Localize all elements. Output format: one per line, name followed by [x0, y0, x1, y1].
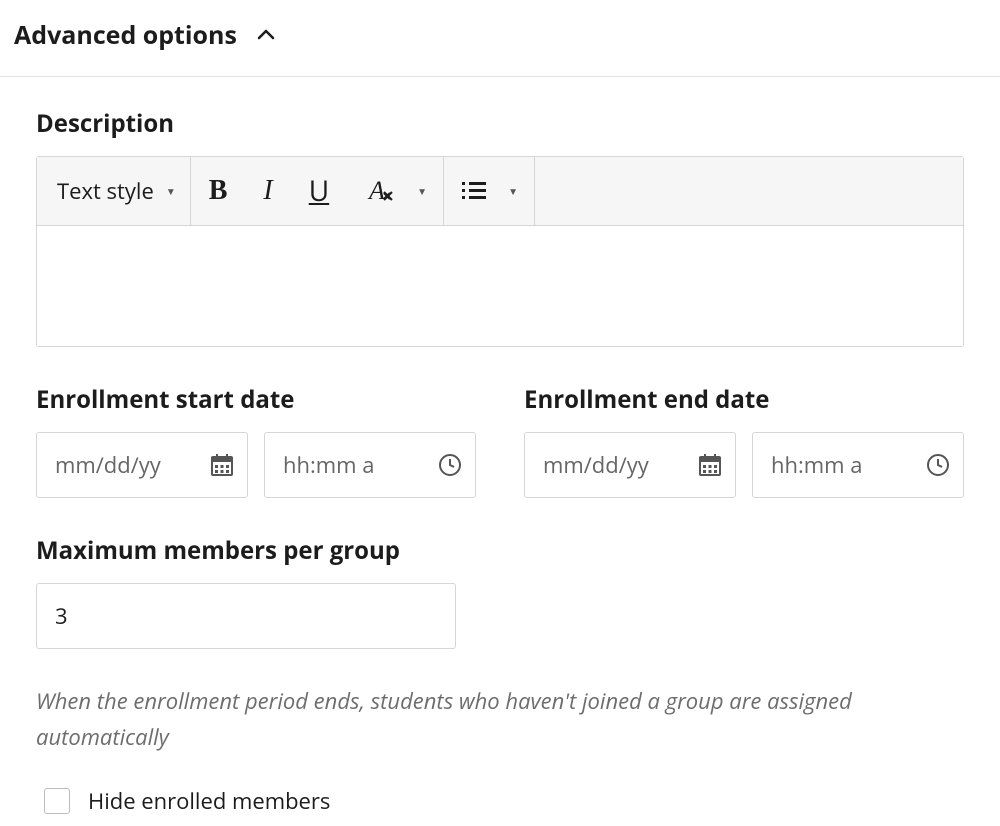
list-icon: [462, 180, 486, 202]
list-button[interactable]: [444, 157, 492, 225]
caret-down-icon: ▼: [508, 184, 518, 198]
calendar-icon: [698, 453, 722, 477]
svg-text:A: A: [367, 178, 385, 204]
enroll-start-group: Enrollment start date: [36, 383, 476, 498]
calendar-icon: [210, 453, 234, 477]
hide-members-checkbox[interactable]: [44, 788, 70, 814]
text-style-dropdown[interactable]: Text style ▼: [37, 157, 190, 225]
clock-icon: [926, 453, 950, 477]
description-label: Description: [36, 107, 964, 140]
bold-button[interactable]: B: [191, 157, 246, 225]
max-members-input[interactable]: [36, 583, 456, 649]
description-editor: Text style ▼ B I U: [36, 156, 964, 347]
hide-members-label[interactable]: Hide enrolled members: [88, 786, 330, 816]
caret-down-icon: ▼: [417, 184, 427, 198]
chevron-up-icon: [251, 20, 281, 50]
underline-button[interactable]: U: [291, 157, 347, 225]
advanced-options-header[interactable]: Advanced options: [0, 0, 1000, 77]
caret-down-icon: ▼: [166, 184, 176, 198]
section-title: Advanced options: [14, 18, 237, 52]
bold-icon: B: [209, 175, 228, 207]
format-more-dropdown[interactable]: ▼: [401, 157, 443, 225]
enroll-end-group: Enrollment end date: [524, 383, 964, 498]
italic-icon: I: [263, 175, 272, 207]
enroll-end-label: Enrollment end date: [524, 383, 964, 416]
underline-icon: U: [309, 172, 329, 210]
advanced-options-content: Description Text style ▼ B I U: [0, 77, 1000, 826]
enrollment-note: When the enrollment period ends, student…: [36, 683, 936, 756]
clear-format-icon: A: [365, 178, 395, 204]
editor-toolbar: Text style ▼ B I U: [37, 157, 963, 226]
description-textarea[interactable]: [37, 226, 963, 346]
text-style-label: Text style: [57, 176, 154, 206]
max-members-label: Maximum members per group: [36, 534, 964, 567]
enroll-start-label: Enrollment start date: [36, 383, 476, 416]
list-more-dropdown[interactable]: ▼: [492, 157, 534, 225]
clock-icon: [438, 453, 462, 477]
italic-button[interactable]: I: [245, 157, 290, 225]
clear-format-button[interactable]: A: [347, 157, 401, 225]
